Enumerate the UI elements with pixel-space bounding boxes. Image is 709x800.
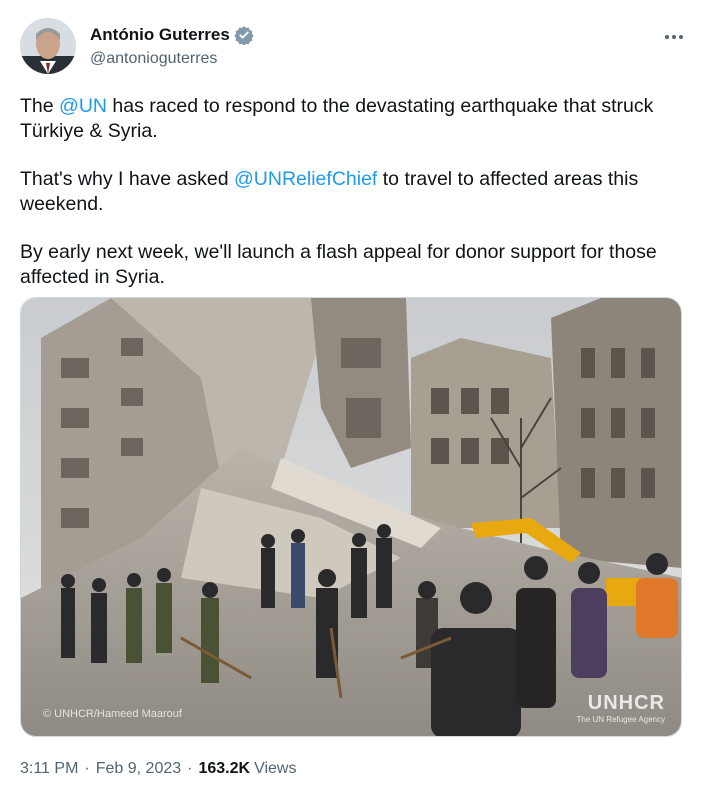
- tweet-text: The @UN has raced to respond to the deva…: [20, 94, 690, 313]
- tweet-text-segment: has raced to respond to the devastating …: [20, 95, 654, 142]
- mention-un[interactable]: @UN: [59, 95, 107, 117]
- tweet-paragraph-3: By early next week, we'll launch a flash…: [20, 241, 657, 288]
- author-info: António Guterres @antonioguterres: [90, 24, 254, 68]
- tweet-header: António Guterres @antonioguterres: [20, 18, 689, 80]
- more-options-icon[interactable]: [659, 22, 689, 52]
- views-count[interactable]: 163.2K: [198, 760, 250, 778]
- tweet-time[interactable]: 3:11 PM: [20, 760, 78, 778]
- tweet-paragraph-2: That's why I have asked @UNReliefChief t…: [20, 167, 690, 217]
- tweet-paragraph-1: The @UN has raced to respond to the deva…: [20, 94, 690, 144]
- unhcr-watermark: UNHCR The UN Refugee Agency: [577, 692, 666, 724]
- tweet-text-segment: That's why I have asked: [20, 168, 234, 190]
- tweet-photo[interactable]: © UNHCR/Hameed Maarouf UNHCR The UN Refu…: [20, 297, 682, 737]
- name-row: António Guterres: [90, 24, 254, 46]
- photo-credit: © UNHCR/Hameed Maarouf: [43, 708, 182, 720]
- author-display-name[interactable]: António Guterres: [90, 25, 230, 45]
- unhcr-watermark-subtitle: The UN Refugee Agency: [576, 715, 666, 724]
- author-handle[interactable]: @antonioguterres: [90, 50, 254, 68]
- views-label: Views: [254, 760, 297, 777]
- unhcr-watermark-text: UNHCR: [587, 692, 665, 714]
- mention-unreliefchief[interactable]: @UNReliefChief: [234, 168, 377, 190]
- tweet-card: António Guterres @antonioguterres The @U…: [0, 0, 709, 800]
- tweet-metadata: 3:11 PM · Feb 9, 2023 · 163.2K Views: [20, 760, 296, 778]
- meta-separator: ·: [84, 760, 90, 777]
- avatar[interactable]: [20, 18, 76, 74]
- verified-badge-icon: [234, 25, 254, 46]
- meta-separator: ·: [187, 760, 193, 777]
- tweet-text-segment: The: [20, 95, 60, 117]
- tweet-date[interactable]: Feb 9, 2023: [96, 760, 181, 778]
